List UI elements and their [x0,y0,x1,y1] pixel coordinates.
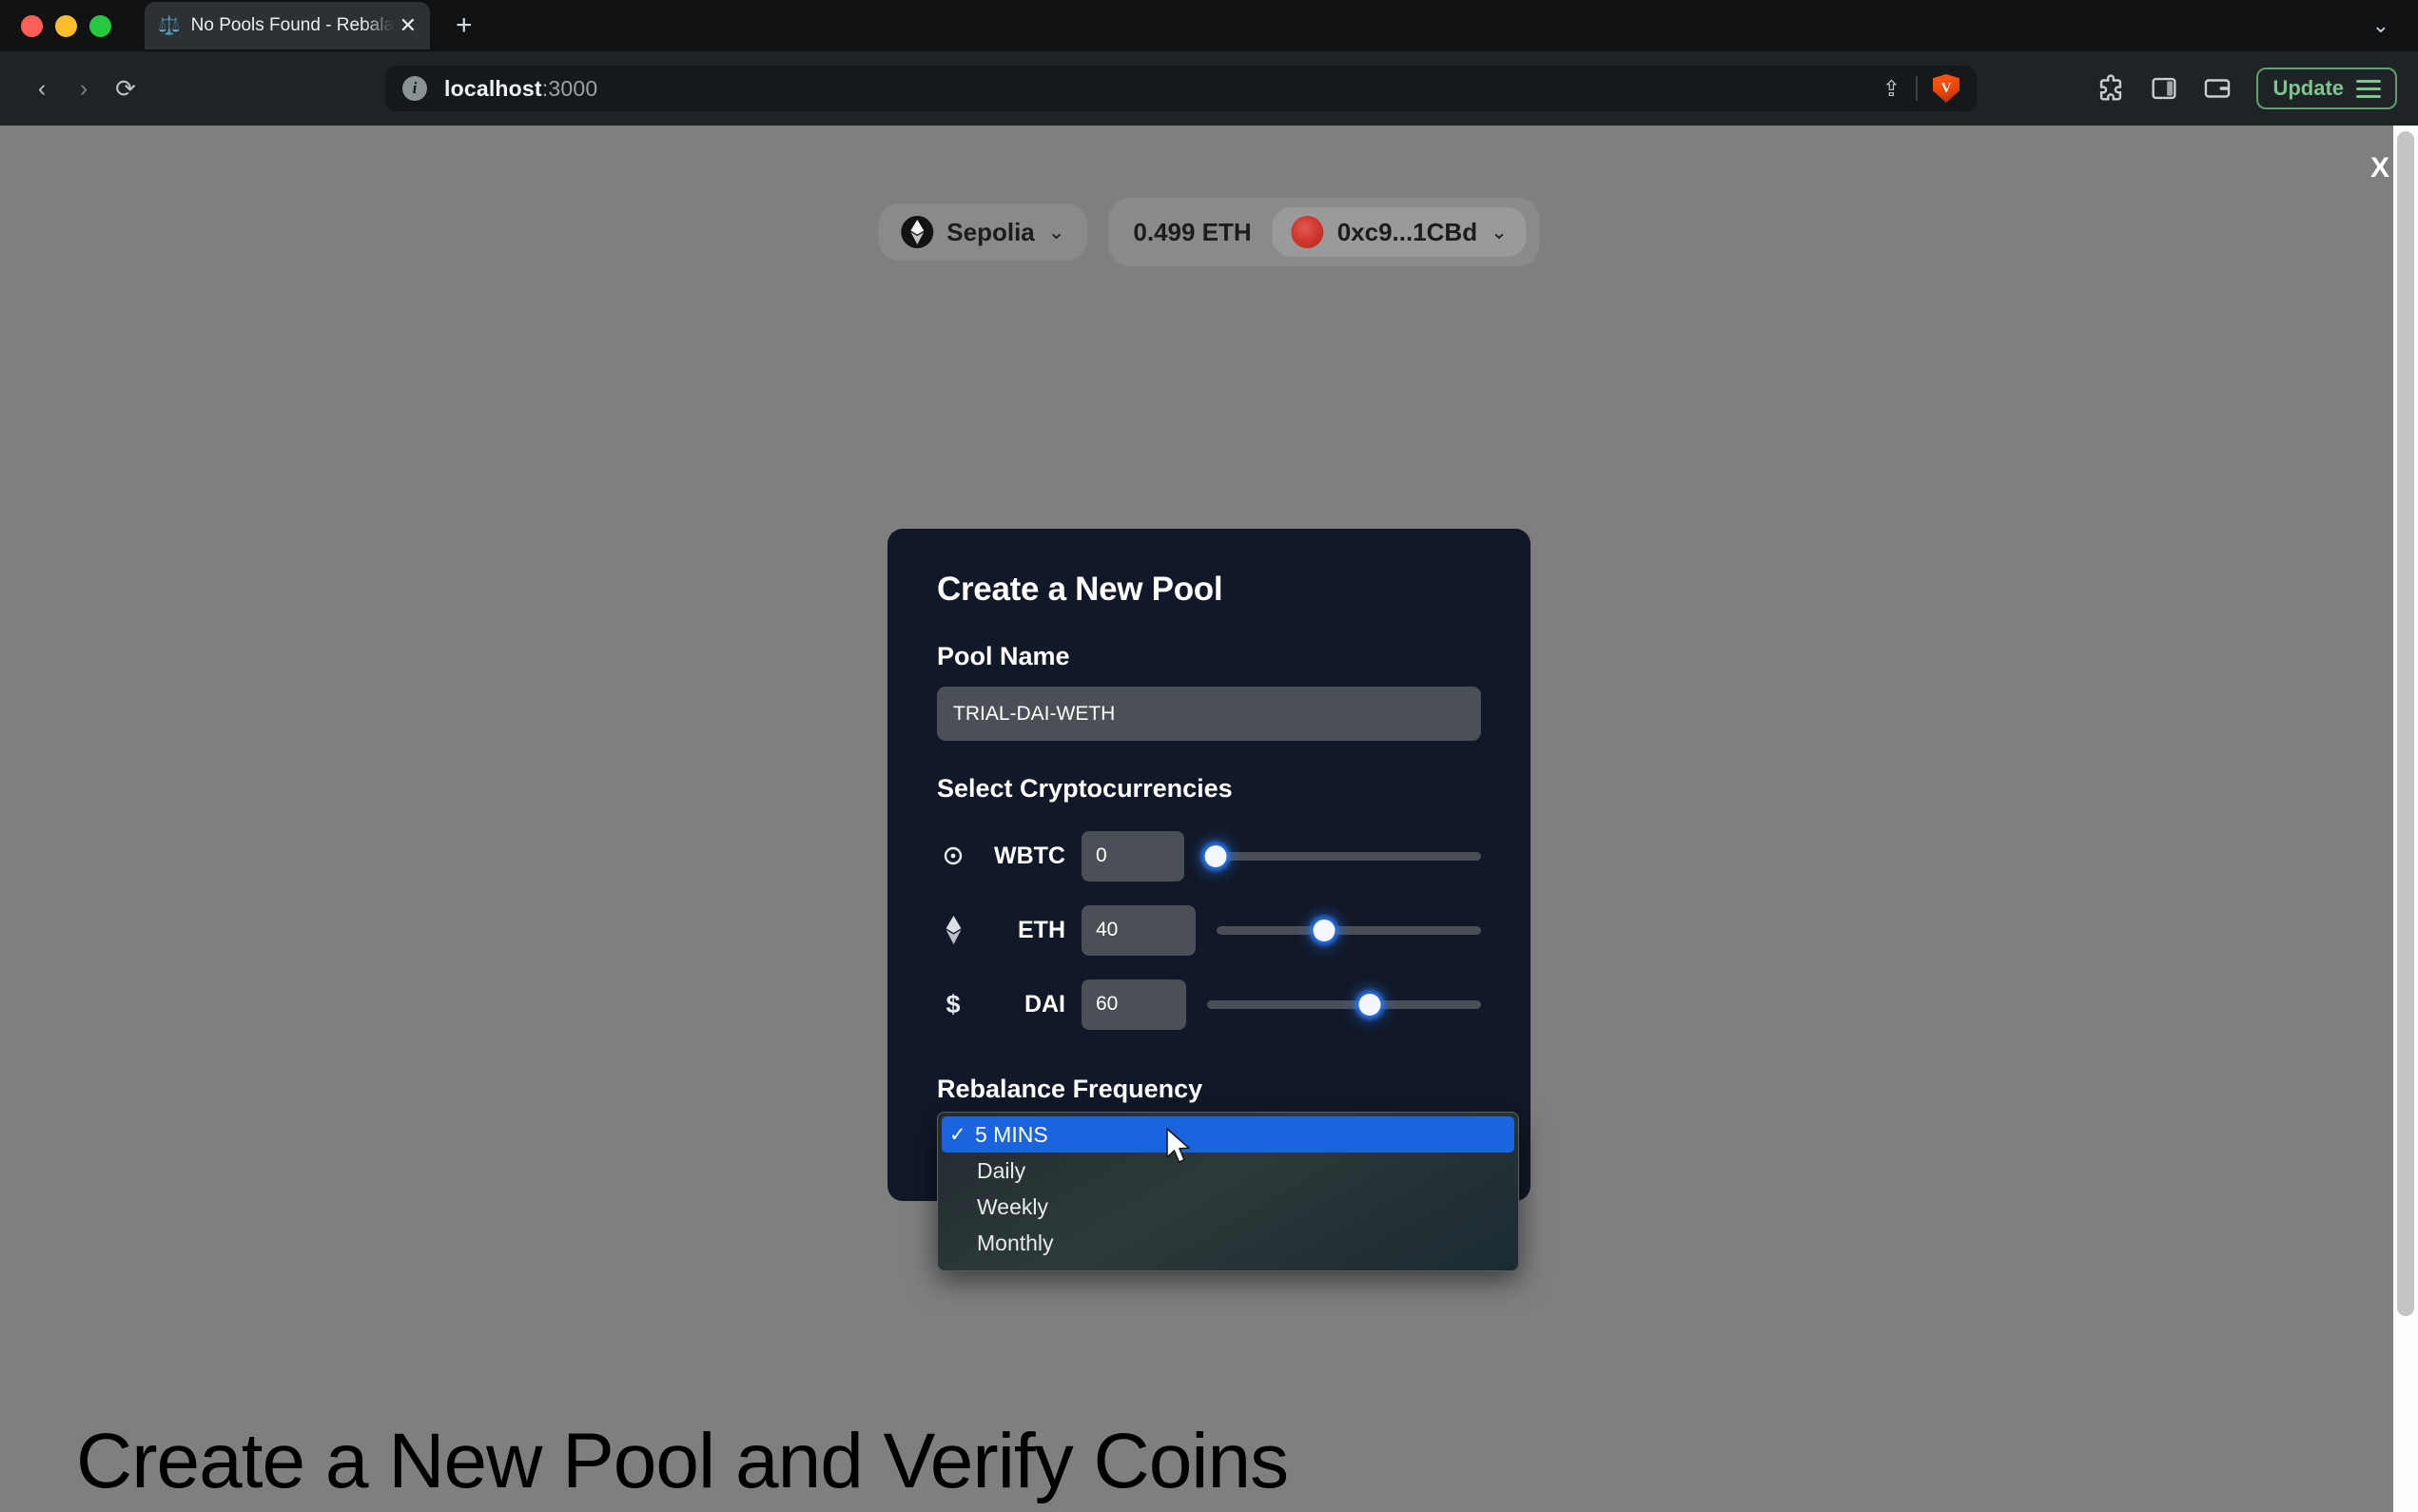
divider [1916,76,1918,101]
browser-toolbar: ‹ › ⟳ i localhost:3000 ⇪ V Update [0,51,2418,126]
coin-symbol-label: DAI [1024,990,1065,1018]
menu-icon[interactable] [2356,79,2381,98]
frequency-option-monthly[interactable]: ✓Monthly [938,1225,1518,1261]
frequency-option-label: Daily [977,1157,1026,1183]
wallet-icon[interactable] [2201,72,2233,105]
back-button[interactable]: ‹ [21,68,63,109]
bitcoin-icon [937,846,969,865]
slider-track [1207,999,1481,1009]
coin-symbol-label: ETH [1018,916,1065,943]
share-icon[interactable]: ⇪ [1882,76,1901,102]
avatar [1291,216,1324,248]
eth-balance-label: 0.499 ETH [1133,217,1252,246]
tab-favicon-icon: ⚖️ [158,15,181,36]
browser-chrome: ⚖️ No Pools Found - Rebalancoo ✕ + ⌄ ‹ ›… [0,0,2418,126]
frequency-option-label: 5 MINS [975,1121,1048,1147]
reload-button[interactable]: ⟳ [105,68,146,109]
browser-tab[interactable]: ⚖️ No Pools Found - Rebalancoo ✕ [145,2,430,49]
brave-shields-icon[interactable]: V [1933,74,1960,103]
tab-close-icon[interactable]: ✕ [400,15,417,36]
coin-amount-input-eth[interactable] [1082,904,1196,956]
frequency-option-daily[interactable]: ✓Daily [938,1153,1518,1189]
chevron-down-icon: ⌄ [1491,221,1508,243]
scrollbar-thumb[interactable] [2397,131,2414,1316]
frequency-option-label: Weekly [977,1193,1048,1219]
account-address-pill[interactable]: 0xc9...1CBd ⌄ [1272,207,1527,257]
wallet-connection-bar: Sepolia ⌄ 0.499 ETH 0xc9...1CBd ⌄ [878,198,1540,266]
chevron-down-icon: ⌄ [1047,221,1065,243]
address-bar-actions: ⇪ V [1882,74,1960,103]
update-button[interactable]: Update [2256,68,2397,109]
tab-title: No Pools Found - Rebalancoo [190,15,394,35]
rebalance-frequency-label: Rebalance Frequency [937,1075,1203,1103]
minimize-window-button[interactable] [55,14,77,37]
network-name-label: Sepolia [946,217,1035,246]
close-overlay-button[interactable]: X [2370,154,2389,183]
forward-button[interactable]: › [63,68,105,109]
frequency-option-weekly[interactable]: ✓Weekly [938,1189,1518,1225]
toolbar-right-actions: Update [2095,68,2397,109]
coin-row-eth: ETH [937,893,1481,967]
modal-title: Create a New Pool [937,571,1223,608]
page-viewport: X Sepolia ⌄ 0.499 ETH 0xc9...1CBd ⌄ Crea… [0,126,2418,1512]
check-icon: ✓ [949,1123,966,1146]
dollar-icon: $ [946,989,961,1018]
address-bar-url: localhost:3000 [444,76,597,102]
coin-allocation-list: WBTC ETH $ DAI [937,819,1481,1041]
slider-thumb[interactable] [1204,844,1227,867]
select-cryptocurrencies-label: Select Cryptocurrencies [937,774,1233,803]
address-bar[interactable]: i localhost:3000 ⇪ V [385,66,1977,111]
page-title: Create a New Pool and Verify Coins [76,1418,1289,1504]
maximize-window-button[interactable] [89,14,111,37]
coin-amount-input-wbtc[interactable] [1082,830,1184,882]
new-tab-button[interactable]: + [456,11,473,40]
update-button-label: Update [2272,76,2344,100]
create-pool-modal: Create a New Pool Pool Name Select Crypt… [887,529,1531,1271]
slider-track [1205,851,1481,861]
pool-name-input[interactable] [937,687,1481,741]
ethereum-icon [937,916,969,944]
coin-symbol-label: WBTC [994,842,1065,869]
rebalance-frequency-dropdown[interactable]: ✓ 5 MINS ✓Daily✓Weekly✓Monthly [937,1112,1519,1271]
coin-row-wbtc: WBTC [937,819,1481,893]
pool-name-label: Pool Name [937,642,1070,670]
frequency-option-5-mins[interactable]: ✓ 5 MINS [942,1116,1514,1153]
coin-amount-input-dai[interactable] [1082,979,1186,1030]
tab-strip: ⚖️ No Pools Found - Rebalancoo ✕ + ⌄ [0,0,2418,51]
slider-thumb[interactable] [1358,993,1381,1016]
slider-track [1217,925,1481,935]
frequency-option-label: Monthly [977,1230,1054,1255]
url-port: :3000 [541,75,598,101]
rebalance-frequency-control: ⌃ ✓5 MINS✓Daily✓Weekly✓Monthly [937,1112,1519,1271]
coin-allocation-slider-dai[interactable] [1207,979,1481,1030]
account-address-label: 0xc9...1CBd [1336,217,1478,246]
site-info-icon[interactable]: i [402,76,427,101]
scrollbar-track[interactable] [2393,126,2418,1512]
window-traffic-lights [0,14,128,37]
extensions-icon[interactable] [2095,72,2127,105]
coin-allocation-slider-eth[interactable] [1217,905,1481,956]
account-button[interactable]: 0.499 ETH 0xc9...1CBd ⌄ [1108,198,1540,266]
close-window-button[interactable] [21,14,43,37]
network-selector-button[interactable]: Sepolia ⌄ [878,204,1088,261]
sidebar-toggle-icon[interactable] [2148,72,2180,105]
coin-allocation-slider-wbtc[interactable] [1204,831,1481,882]
chevron-down-icon[interactable]: ⌄ [2372,13,2389,38]
slider-thumb[interactable] [1313,919,1336,941]
ethereum-logo-icon [901,216,934,248]
coin-row-dai: $ DAI [937,967,1481,1041]
url-host: localhost [444,75,542,101]
